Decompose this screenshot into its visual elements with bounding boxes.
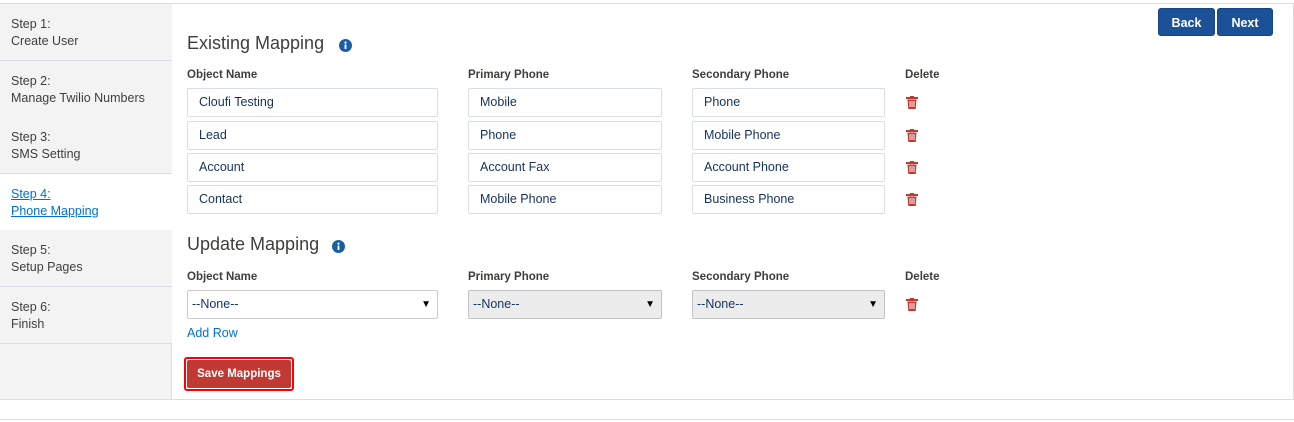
secondary-phone-field[interactable]: Business Phone — [692, 185, 885, 214]
primary-phone-field[interactable]: Phone — [468, 121, 662, 150]
step-create-user[interactable]: Step 1: Create User — [0, 4, 172, 61]
chevron-down-icon: ▼ — [645, 299, 655, 310]
selected-value: --None-- — [473, 297, 520, 311]
trash-icon[interactable] — [906, 193, 918, 206]
object-name-select[interactable]: --None-- ▼ — [187, 290, 438, 319]
step-number: Step 3: — [11, 130, 51, 144]
existing-mapping-title: Existing Mapping — [187, 33, 325, 53]
col-header-object-name: Object Name — [187, 69, 258, 81]
step-number: Step 5: — [11, 243, 51, 257]
update-mapping-title: Update Mapping — [187, 234, 320, 254]
secondary-phone-field[interactable]: Account Phone — [692, 153, 885, 182]
step-manage-twilio-numbers[interactable]: Step 2: Manage Twilio Numbers — [0, 61, 172, 118]
next-button[interactable]: Next — [1217, 8, 1273, 36]
selected-value: --None-- — [697, 297, 744, 311]
step-number: Step 2: — [11, 74, 51, 88]
col-header-object-name: Object Name — [187, 271, 258, 283]
secondary-phone-field[interactable]: Phone — [692, 88, 885, 117]
col-header-primary-phone: Primary Phone — [468, 271, 550, 283]
col-header-primary-phone: Primary Phone — [468, 69, 550, 81]
col-header-secondary-phone: Secondary Phone — [692, 271, 790, 283]
chevron-down-icon: ▼ — [868, 299, 878, 310]
trash-icon[interactable] — [906, 298, 918, 311]
save-mappings-highlight: Save Mappings — [184, 357, 294, 391]
trash-icon[interactable] — [906, 96, 918, 109]
step-finish[interactable]: Step 6: Finish — [0, 287, 172, 344]
primary-phone-select[interactable]: --None-- ▼ — [468, 290, 662, 319]
col-header-delete: Delete — [905, 271, 940, 283]
info-icon[interactable] — [332, 240, 345, 253]
step-setup-pages[interactable]: Step 5: Setup Pages — [0, 230, 172, 287]
trash-icon[interactable] — [906, 161, 918, 174]
secondary-phone-field[interactable]: Mobile Phone — [692, 121, 885, 150]
object-name-field[interactable]: Contact — [187, 185, 438, 214]
secondary-phone-select[interactable]: --None-- ▼ — [692, 290, 885, 319]
step-label[interactable]: Phone Mapping — [11, 203, 172, 220]
step-number[interactable]: Step 4: — [11, 186, 172, 203]
object-name-field[interactable]: Cloufi Testing — [187, 88, 438, 117]
object-name-field[interactable]: Account — [187, 153, 438, 182]
divider — [0, 419, 1294, 420]
step-label: Create User — [11, 34, 79, 48]
chevron-down-icon: ▼ — [421, 299, 431, 310]
trash-icon[interactable] — [906, 129, 918, 142]
primary-phone-field[interactable]: Mobile — [468, 88, 662, 117]
primary-phone-field[interactable]: Account Fax — [468, 153, 662, 182]
col-header-secondary-phone: Secondary Phone — [692, 69, 790, 81]
add-row-link[interactable]: Add Row — [187, 326, 238, 340]
step-number: Step 6: — [11, 300, 51, 314]
object-name-field[interactable]: Lead — [187, 121, 438, 150]
step-phone-mapping[interactable]: Step 4: Phone Mapping — [0, 174, 172, 231]
col-header-delete: Delete — [905, 69, 940, 81]
step-label: Manage Twilio Numbers — [11, 91, 145, 105]
primary-phone-field[interactable]: Mobile Phone — [468, 185, 662, 214]
info-icon[interactable] — [339, 39, 352, 52]
step-number: Step 1: — [11, 17, 51, 31]
step-sms-setting[interactable]: Step 3: SMS Setting — [0, 117, 172, 174]
selected-value: --None-- — [192, 297, 239, 311]
app-frame: Step 1: Create User Step 2: Manage Twili… — [0, 3, 1294, 400]
save-mappings-button[interactable]: Save Mappings — [187, 360, 291, 388]
back-button[interactable]: Back — [1158, 8, 1215, 36]
step-label: Setup Pages — [11, 260, 83, 274]
step-label: Finish — [11, 317, 45, 331]
wizard-sidebar: Step 1: Create User Step 2: Manage Twili… — [0, 4, 172, 399]
step-label: SMS Setting — [11, 147, 81, 161]
